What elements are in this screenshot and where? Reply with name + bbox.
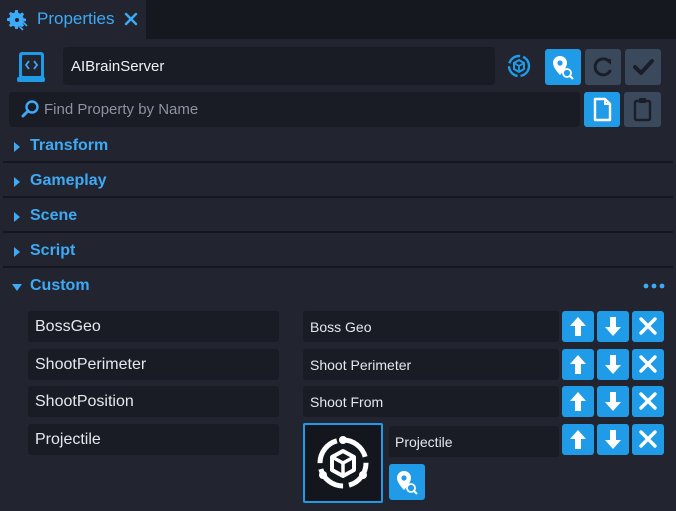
section-label: Gameplay (30, 172, 107, 189)
close-icon (639, 355, 657, 373)
apply-button[interactable] (625, 49, 661, 85)
arrow-up-icon (570, 392, 586, 411)
custom-prop-value[interactable]: Boss Geo (303, 311, 559, 342)
move-down-button[interactable] (597, 311, 629, 342)
arrow-down-icon (605, 355, 621, 374)
custom-prop-name[interactable]: Projectile (28, 424, 279, 455)
map-pin-search-icon (553, 56, 574, 80)
map-pin-search-icon (397, 471, 418, 495)
move-up-button[interactable] (562, 311, 594, 342)
move-down-button[interactable] (597, 349, 629, 380)
section-label: Scene (30, 207, 78, 224)
arrow-down-icon (605, 317, 621, 336)
move-up-button[interactable] (562, 386, 594, 417)
object-name-field[interactable]: AIBrainServer (63, 47, 495, 85)
network-context-icon (317, 436, 369, 489)
section-script[interactable]: Script (3, 236, 673, 268)
asset-thumbnail[interactable] (303, 423, 383, 503)
tab-title: Properties (37, 9, 115, 28)
delete-button[interactable] (632, 386, 664, 417)
move-down-button[interactable] (597, 386, 629, 417)
checkmark-icon (633, 59, 654, 75)
custom-prop-name[interactable]: BossGeo (28, 311, 279, 342)
close-icon (639, 317, 657, 335)
clipboard-icon (633, 98, 652, 122)
locate-asset-button[interactable] (389, 464, 425, 500)
reset-icon (593, 57, 612, 77)
section-scene[interactable]: Scene (3, 201, 673, 233)
arrow-down-icon (605, 392, 621, 411)
delete-button[interactable] (632, 349, 664, 380)
section-label: Transform (30, 137, 109, 154)
caret-right-icon (14, 142, 20, 152)
reset-button[interactable] (585, 49, 621, 85)
locate-asset-button[interactable] (545, 49, 581, 85)
custom-prop-name[interactable]: ShootPerimeter (28, 349, 279, 380)
section-label: Script (30, 242, 76, 259)
move-down-button[interactable] (597, 424, 629, 455)
section-custom[interactable]: Custom (3, 271, 673, 303)
custom-prop-value[interactable]: Shoot Perimeter (303, 349, 559, 380)
paste-button[interactable] (624, 92, 661, 127)
caret-right-icon (14, 247, 20, 257)
delete-button[interactable] (632, 311, 664, 342)
property-search[interactable] (9, 92, 580, 127)
search-input[interactable] (44, 93, 564, 125)
tab-bar: Properties (0, 0, 676, 39)
move-up-button[interactable] (562, 424, 594, 455)
custom-prop-value[interactable]: Shoot From (303, 386, 559, 417)
close-icon (639, 430, 657, 448)
caret-down-icon (12, 284, 22, 291)
arrow-up-icon (570, 317, 586, 336)
section-gameplay[interactable]: Gameplay (3, 166, 673, 198)
arrow-up-icon (570, 430, 586, 449)
network-context-icon[interactable] (505, 52, 533, 80)
gear-icon (7, 10, 28, 31)
custom-prop-name[interactable]: ShootPosition (28, 386, 279, 417)
copy-button[interactable] (584, 92, 620, 127)
caret-right-icon (14, 212, 20, 222)
caret-right-icon (14, 177, 20, 187)
search-icon (21, 100, 39, 118)
section-label: Custom (30, 277, 90, 294)
move-up-button[interactable] (562, 349, 594, 380)
close-icon (639, 392, 657, 410)
close-icon[interactable] (123, 9, 139, 29)
section-transform[interactable]: Transform (3, 131, 673, 163)
asset-name-field[interactable]: Projectile (389, 426, 559, 457)
arrow-down-icon (605, 430, 621, 449)
copy-icon (593, 97, 612, 122)
script-icon (17, 52, 45, 82)
tab-properties[interactable]: Properties (0, 0, 146, 39)
more-options-icon[interactable] (643, 281, 665, 291)
arrow-up-icon (570, 355, 586, 374)
delete-button[interactable] (632, 424, 664, 455)
